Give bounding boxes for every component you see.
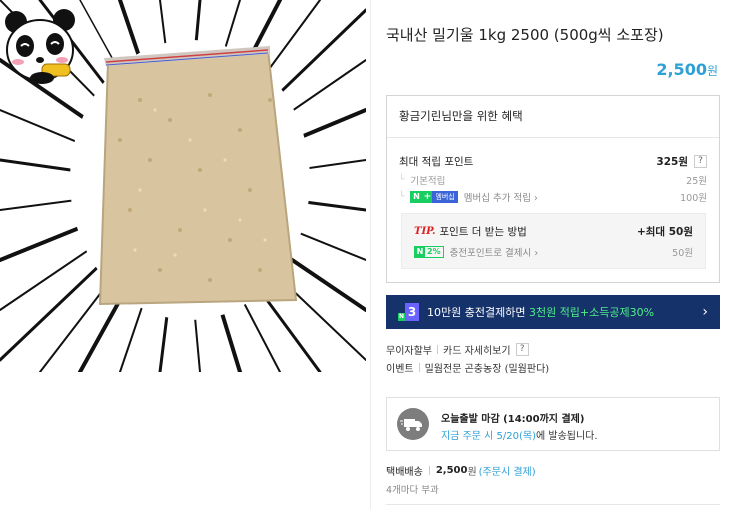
payment-links: 무이자할부 카드 자세히보기 ?: [386, 342, 529, 357]
price-value: 2,500: [656, 60, 707, 79]
installment-link[interactable]: 무이자할부: [386, 342, 432, 357]
max-points-amount: 325원: [656, 156, 688, 168]
chevron-right-icon: ›: [534, 248, 539, 259]
membership-points-value: 100원: [680, 193, 707, 204]
chevron-right-icon: ›: [534, 193, 538, 204]
shipping-notice-rest: 에 발송됩니다.: [536, 431, 598, 442]
event-row: 이벤트 밀웜전문 곤충농장 (밀웜판다): [386, 360, 549, 375]
event-label: 이벤트: [386, 364, 414, 375]
panda-mascot-icon: [5, 9, 75, 84]
charge-points-value: 50원: [672, 248, 693, 259]
product-image[interactable]: [0, 0, 366, 372]
charge-points-link[interactable]: 충전포인트로 결제시 ›: [450, 245, 539, 259]
max-points-label: 최대 적립 포인트: [399, 156, 474, 168]
tree-branch-icon: └: [399, 175, 405, 185]
delivery-fee-row: 택배배송 2,500 원 (주문시 결제): [386, 463, 536, 478]
naverpay-percent-badge: N 2%: [414, 246, 444, 258]
banner-text: 10만원 충전결제하면: [427, 306, 529, 319]
basic-points-label: 기본적립: [410, 176, 446, 187]
banner-highlight: 3천원 적립+소득공제30%: [528, 306, 655, 319]
naverpay-3-badge-icon: N3: [398, 303, 419, 321]
delivery-condition: (주문시 결제): [478, 467, 536, 478]
truck-icon: [397, 408, 429, 440]
points-help-button[interactable]: ?: [694, 155, 707, 168]
chevron-right-icon: ›: [702, 304, 708, 320]
event-link[interactable]: 밀웜전문 곤충농장 (밀웜판다): [425, 360, 550, 375]
membership-points-row[interactable]: └ N + 멤버십 멤버십 추가 적립 › 100원: [399, 190, 707, 204]
tree-branch-icon: └: [399, 192, 405, 202]
divider: [428, 466, 430, 475]
column-divider: [370, 0, 371, 509]
shipping-box: 오늘출발 마감 (14:00까지 결제) 지금 주문 시 5/20(목)에 발송…: [386, 397, 720, 451]
basic-points-row: └ 기본적립 25원: [399, 173, 707, 187]
charge-points-row[interactable]: N 2% 충전포인트로 결제시 › 50원: [414, 245, 693, 259]
card-detail-link[interactable]: 카드 자세히보기: [443, 342, 511, 357]
divider: [418, 363, 420, 372]
shipping-deadline: 오늘출발 마감 (14:00까지 결제): [441, 414, 585, 425]
benefit-box: 황금기린님만을 위한 혜택 최대 적립 포인트 325원 ? └ 기본적립 25…: [386, 95, 720, 283]
shipping-notice: 지금 주문 시 5/20(목)에 발송됩니다.: [441, 427, 598, 442]
tip-label: TIP.: [414, 226, 436, 237]
delivery-bundle-note: 4개마다 부과: [386, 485, 439, 496]
max-points-row: 최대 적립 포인트 325원 ?: [399, 154, 707, 169]
basic-points-value: 25원: [686, 176, 707, 187]
delivery-fee: 2,500: [435, 465, 468, 476]
delivery-type: 택배배송: [386, 467, 423, 478]
product-title: 국내산 밀기울 1kg 2500 (500g씩 소포장): [386, 26, 664, 44]
naverpay-charge-banner[interactable]: N3 10만원 충전결제하면 3천원 적립+소득공제30% ›: [386, 295, 720, 329]
price-unit: 원: [706, 64, 718, 78]
benefit-header: 황금기린님만을 위한 혜택: [387, 96, 719, 138]
product-price: 2,500원: [656, 60, 718, 79]
tip-box: TIP. 포인트 더 받는 방법 +최대 50원 N 2% 충전포인트로 결제시 …: [401, 213, 706, 269]
divider: [437, 345, 438, 354]
delivery-fee-unit: 원: [467, 467, 477, 478]
membership-points-link[interactable]: 멤버십 추가 적립 ›: [464, 190, 538, 204]
naver-membership-badge: N + 멤버십: [410, 191, 458, 203]
tip-value: +최대 50원: [636, 226, 693, 238]
tip-text: 포인트 더 받는 방법: [439, 226, 527, 238]
section-divider: [386, 504, 720, 505]
max-points-value: 325원 ?: [656, 154, 707, 169]
card-help-button[interactable]: ?: [515, 343, 529, 356]
tip-row: TIP. 포인트 더 받는 방법 +최대 50원: [414, 224, 693, 239]
shipping-date: 지금 주문 시 5/20(목): [441, 431, 536, 442]
